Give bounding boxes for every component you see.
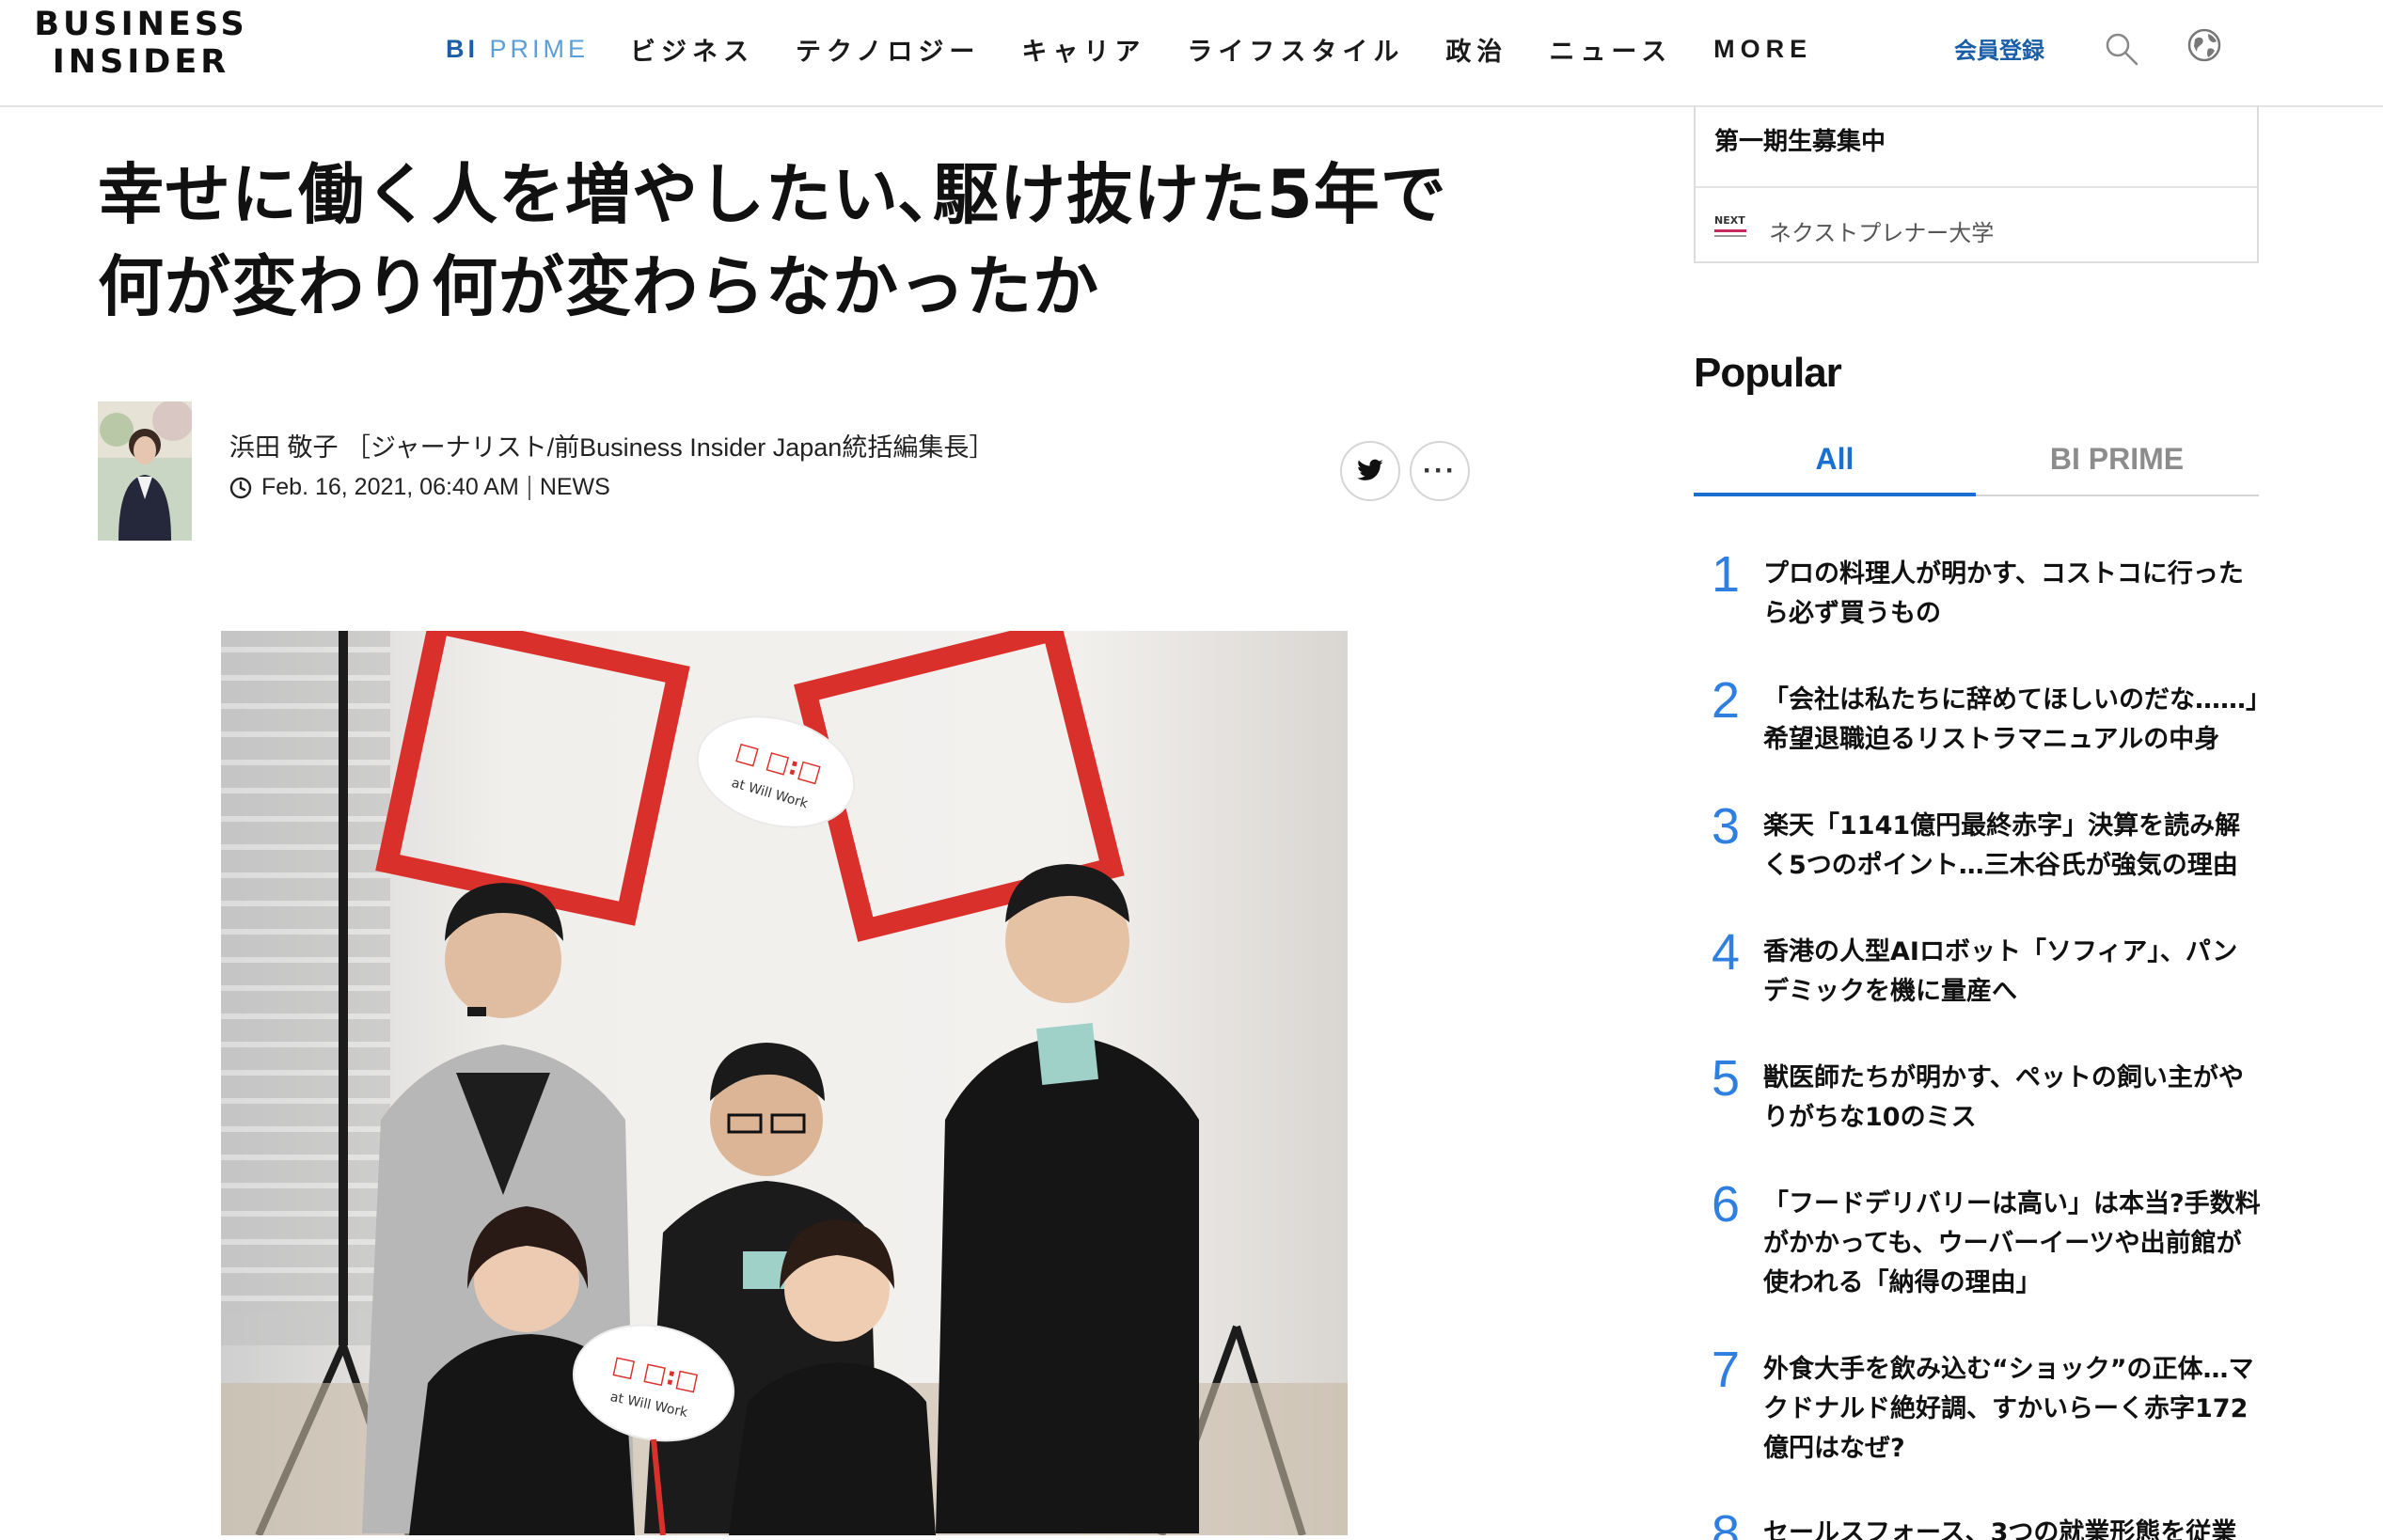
nav-item-lifestyle[interactable]: ライフスタイル [1187,31,1404,68]
meta-divider [528,475,530,500]
publish-date: Feb. 16, 2021, 06:40 AM [261,474,519,500]
main-nav: BI PRIME ビジネス テクノロジー キャリア ライフスタイル 政治 ニュー… [446,30,1854,68]
author-avatar[interactable] [98,401,192,541]
logo-line-2: INSIDER [52,43,230,81]
twitter-share-button[interactable] [1340,441,1400,501]
popular-item-title: プロの料理人が明かす、コストコに行ったら必ず買うもの [1763,559,2244,628]
popular-item-title: 「会社は私たちに辞めてほしいのだな……」希望退職迫るリストラマニュアルの中身 [1763,685,2259,754]
ad-sponsor-logo: NEXT [1714,212,1748,244]
site-header: BUSINESS INSIDER BI PRIME ビジネス テクノロジー キャ… [0,0,2383,107]
twitter-icon [1357,459,1383,480]
clock-icon [229,477,252,498]
nav-item-business[interactable]: ビジネス [630,31,754,68]
ad-title: 第一期生募集中 [1714,127,1886,155]
ad-logo-text: NEXT [1714,214,1745,227]
article-meta: Feb. 16, 2021, 06:40 AM NEWS [229,474,610,501]
popular-item-title: 「フードデリバリーは高い」は本当?手数料がかかっても、ウーバーイーツや出前館が使… [1763,1189,2261,1297]
author-byline[interactable]: 浜田 敬子 ［ジャーナリスト/前Business Insider Japan統括… [229,427,994,464]
rank-number: 2 [1711,672,1741,729]
register-link[interactable]: 会員登録 [1954,32,2044,65]
category-link[interactable]: NEWS [540,474,610,501]
rank-number: 3 [1711,798,1741,855]
search-icon[interactable] [2103,30,2140,68]
sponsored-ad[interactable]: 第一期生募集中 NEXT ネクストプレナー大学 [1694,105,2259,263]
globe-icon[interactable] [2186,26,2223,64]
popular-item-title: 楽天「1141億円最終赤字」決算を読み解く5つのポイント…三木谷氏が強気の理由 [1763,811,2241,880]
bi-prime-prime-label: PRIME [489,34,590,63]
logo-line-1: BUSINESS [34,6,248,43]
rank-number: 5 [1711,1050,1741,1107]
popular-item-title: セールスフォース、3つの就業形態を従業 [1763,1518,2237,1540]
nav-item-more[interactable]: MORE [1713,35,1812,64]
rank-number: 4 [1711,924,1741,981]
nav-item-news[interactable]: ニュース [1549,31,1672,68]
tab-bi-prime[interactable]: BI PRIME [1976,442,2258,495]
popular-item-8[interactable]: 8 セールスフォース、3つの就業形態を従業 [1694,1504,2259,1540]
popular-item-title: 香港の人型AIロボット「ソフィア」、パンデミックを機に量産へ [1763,937,2238,1006]
nav-item-bi-prime[interactable]: BI PRIME [446,35,589,64]
article-hero-image: □ □:□ at Will Work □ □:□ at Will Work [221,631,1348,1535]
rank-number: 1 [1711,546,1741,603]
popular-tabs: All BI PRIME [1694,442,2259,496]
rank-number: 6 [1711,1176,1741,1233]
nav-item-career[interactable]: キャリア [1021,31,1145,68]
rank-number: 8 [1711,1505,1741,1540]
article-headline: 幸せに働く人を増やしたい､駆け抜けた5年で何が変わり何が変わらなかったか [98,156,1447,325]
popular-heading: Popular [1694,350,1842,396]
ad-sponsor-name: ネクストプレナー大学 [1769,221,1995,246]
more-share-button[interactable]: ··· [1410,441,1470,501]
rank-number: 7 [1711,1342,1741,1398]
ad-divider [1696,186,2257,188]
site-logo[interactable]: BUSINESS INSIDER [28,6,254,81]
tab-all[interactable]: All [1694,442,1976,496]
nav-item-politics[interactable]: 政治 [1445,31,1507,68]
popular-item-title: 外食大手を飲み込む“ショック”の正体…マクドナルド絶好調、すかいらーく赤字172… [1763,1355,2254,1463]
bi-prime-bi-label: BI [446,34,479,63]
popular-item-title: 獣医師たちが明かす、ペットの飼い主がやりがちな10のミス [1763,1063,2244,1132]
nav-item-technology[interactable]: テクノロジー [796,31,980,68]
